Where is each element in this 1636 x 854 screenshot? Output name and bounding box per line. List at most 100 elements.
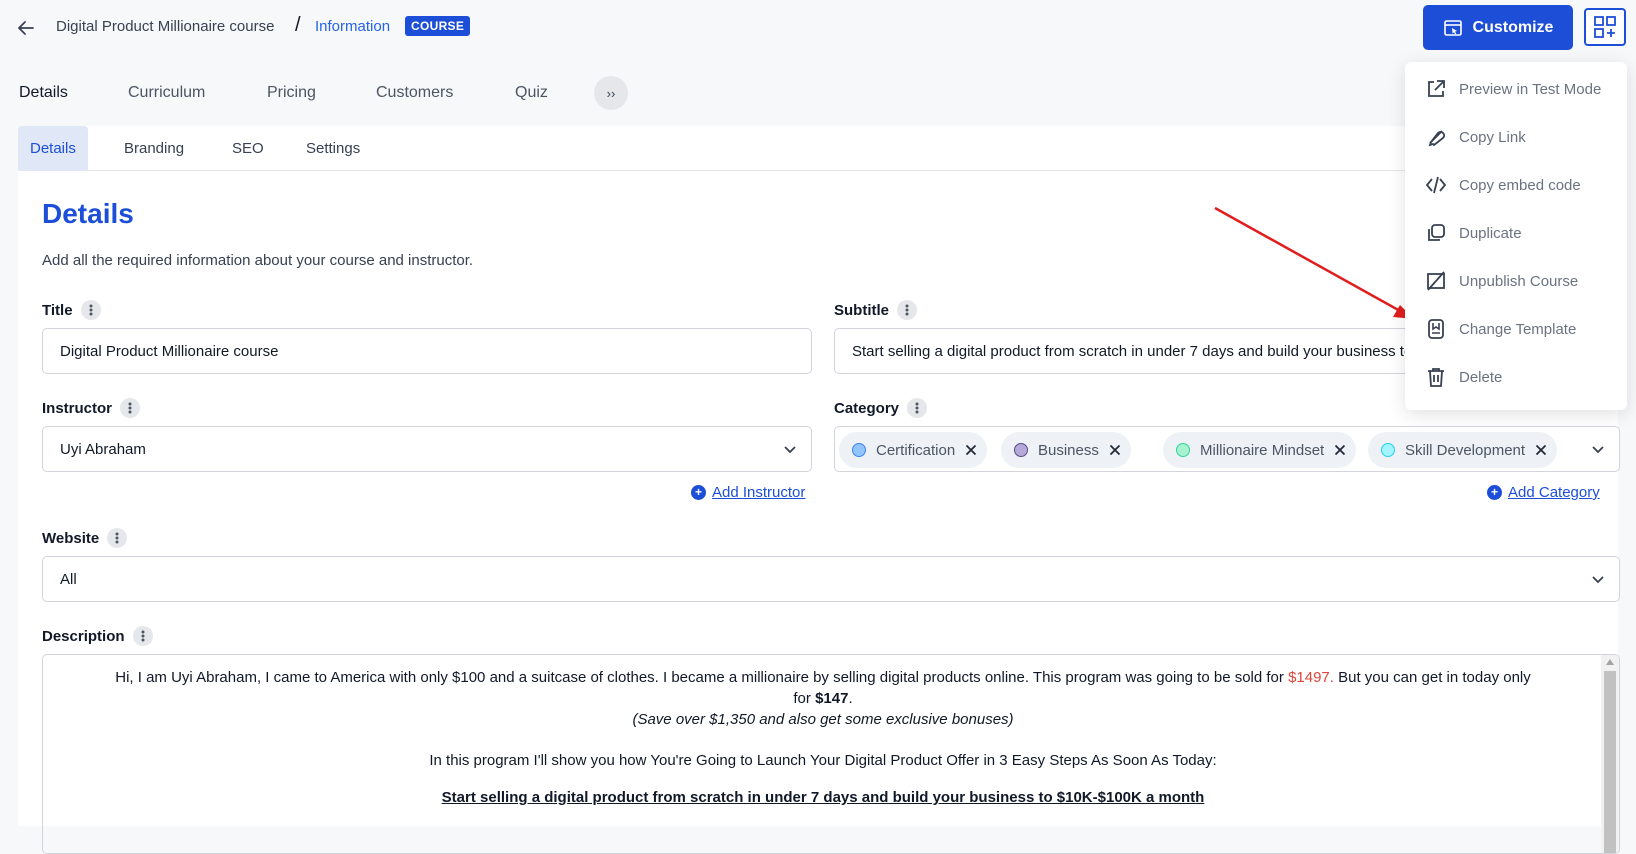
description-line: Hi, I am Uyi Abraham, I came to America …	[115, 669, 1531, 686]
tab-curriculum[interactable]: Curriculum	[128, 84, 205, 102]
template-icon	[1428, 319, 1444, 339]
info-icon[interactable]	[132, 626, 153, 646]
menu-item-label: Change Template	[1459, 320, 1577, 338]
tab-customers[interactable]: Customers	[376, 84, 453, 102]
info-icon[interactable]	[907, 398, 928, 418]
description-text: Hi, I am Uyi Abraham, I came to America …	[63, 667, 1583, 808]
add-category-label: Add Category	[1508, 484, 1600, 501]
breadcrumb-current: Information	[315, 18, 391, 35]
menu-item-copy-embed-code[interactable]: Copy embed code	[1405, 162, 1627, 208]
tab-pricing[interactable]: Pricing	[267, 84, 316, 102]
menu-item-label: Duplicate	[1459, 224, 1522, 242]
remove-chip-icon[interactable]	[1334, 444, 1346, 456]
plus-icon: +	[1487, 485, 1502, 500]
tab-details[interactable]: Details	[19, 84, 68, 102]
original-price: $1497.	[1288, 669, 1334, 686]
chevron-down-icon[interactable]	[1591, 442, 1605, 456]
info-icon[interactable]	[897, 300, 917, 320]
add-instructor-link[interactable]: + Add Instructor	[691, 484, 805, 501]
sale-price: $147	[815, 690, 849, 707]
menu-item-label: Copy Link	[1459, 128, 1526, 146]
add-instructor-label: Add Instructor	[712, 484, 806, 501]
menu-item-unpublish-course[interactable]: Unpublish Course	[1405, 258, 1627, 304]
instructor-value: Uyi Abraham	[60, 440, 146, 458]
website-value: All	[60, 570, 77, 588]
code-icon	[1425, 176, 1447, 194]
instructor-label-text: Instructor	[42, 399, 113, 417]
menu-item-label: Preview in Test Mode	[1459, 80, 1602, 98]
description-line: In this program I'll show you how You're…	[429, 752, 1217, 769]
subtab-branding[interactable]: Branding	[112, 126, 196, 171]
description-line: (Save over $1,350 and also get some excl…	[632, 711, 1014, 728]
remove-chip-icon[interactable]	[1109, 444, 1121, 456]
category-chip: Certification	[839, 432, 988, 468]
website-select[interactable]: All	[42, 556, 1620, 602]
category-chip-label: Millionaire Mindset	[1200, 441, 1325, 459]
category-label: Category	[834, 398, 928, 418]
subtab-settings[interactable]: Settings	[294, 126, 372, 171]
menu-item-label: Unpublish Course	[1459, 272, 1579, 290]
top-bar: Digital Product Millionaire course / Inf…	[0, 0, 1636, 60]
subtab-seo[interactable]: SEO	[220, 126, 276, 171]
remove-chip-icon[interactable]	[1535, 444, 1547, 456]
more-actions-button[interactable]	[1584, 8, 1626, 46]
description-label-text: Description	[42, 627, 125, 645]
website-label-text: Website	[42, 529, 100, 547]
menu-item-change-template[interactable]: Change Template	[1405, 306, 1627, 352]
link-icon	[1428, 130, 1446, 147]
add-category-link[interactable]: + Add Category	[1487, 484, 1600, 501]
menu-item-delete[interactable]: Delete	[1405, 354, 1627, 400]
title-input[interactable]: Digital Product Millionaire course	[42, 328, 812, 374]
info-icon[interactable]	[107, 528, 128, 548]
section-description: Add all the required information about y…	[42, 252, 474, 269]
website-label: Website	[42, 528, 128, 548]
sub-tabs: Details Branding SEO Settings	[18, 126, 1618, 171]
category-color-dot	[1176, 443, 1190, 457]
scroll-up-icon[interactable]	[1606, 659, 1614, 665]
subtitle-label: Subtitle	[834, 300, 917, 320]
chevron-down-icon	[784, 446, 796, 454]
description-scrollbar[interactable]	[1601, 655, 1619, 853]
subtitle-label-text: Subtitle	[834, 301, 889, 319]
menu-item-copy-link[interactable]: Copy Link	[1405, 114, 1627, 160]
info-icon[interactable]	[80, 300, 101, 320]
customize-button[interactable]: Customize	[1423, 5, 1573, 50]
category-chip-label: Certification	[876, 441, 956, 459]
category-chip: Skill Development	[1368, 432, 1558, 468]
category-color-dot	[1014, 443, 1028, 457]
menu-item-duplicate[interactable]: Duplicate	[1405, 210, 1627, 256]
breadcrumb-course-name[interactable]: Digital Product Millionaire course	[56, 18, 274, 35]
remove-chip-icon[interactable]	[965, 444, 977, 456]
course-actions-menu: Preview in Test Mode Copy Link Copy embe…	[1405, 62, 1627, 410]
duplicate-icon	[1428, 224, 1445, 241]
more-tabs-button[interactable]: ››	[594, 76, 628, 110]
category-label-text: Category	[834, 399, 900, 417]
instructor-label: Instructor	[42, 398, 141, 418]
subtab-details[interactable]: Details	[18, 126, 88, 171]
instructor-select[interactable]: Uyi Abraham	[42, 426, 812, 472]
customize-label: Customize	[1472, 18, 1554, 36]
tab-quiz[interactable]: Quiz	[515, 84, 548, 102]
category-multiselect[interactable]: Certification Business Millionaire Minds…	[834, 426, 1620, 472]
chevron-down-icon	[1592, 576, 1604, 584]
plus-icon: +	[691, 485, 706, 500]
category-chip-label: Business	[1038, 441, 1099, 459]
section-title: Details	[42, 198, 134, 229]
info-icon[interactable]	[120, 398, 141, 418]
course-type-badge: COURSE	[405, 16, 471, 36]
category-chip: Millionaire Mindset	[1163, 432, 1357, 468]
category-color-dot	[1381, 443, 1395, 457]
menu-item-preview-test-mode[interactable]: Preview in Test Mode	[1405, 66, 1627, 112]
description-editor[interactable]: Hi, I am Uyi Abraham, I came to America …	[42, 654, 1620, 854]
back-arrow-icon[interactable]	[16, 18, 36, 38]
title-label-text: Title	[42, 301, 73, 319]
category-color-dot	[852, 443, 866, 457]
breadcrumb-separator: /	[295, 14, 301, 36]
description-line: for $147.	[793, 690, 853, 707]
menu-item-label: Copy embed code	[1459, 176, 1581, 194]
scrollbar-thumb[interactable]	[1604, 671, 1616, 853]
category-chip: Business	[1001, 432, 1131, 468]
details-card: Details Branding SEO Settings Details Ad…	[18, 126, 1620, 854]
external-link-icon	[1428, 80, 1445, 97]
customize-icon	[1443, 19, 1462, 36]
